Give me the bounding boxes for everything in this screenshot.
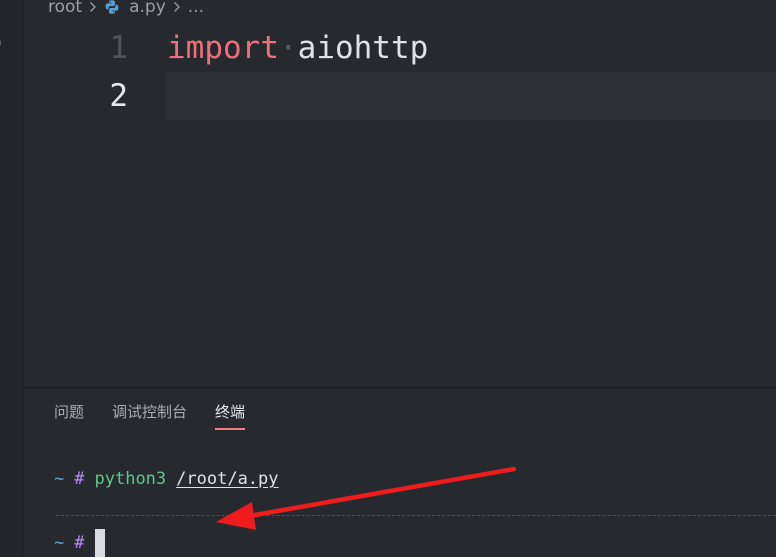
terminal-prompt: # — [74, 469, 85, 489]
tab-terminal[interactable]: 终端 — [215, 402, 246, 430]
terminal-cwd: ~ — [54, 469, 65, 489]
keyword-import: import — [167, 30, 279, 66]
remote-icon[interactable] — [0, 366, 6, 378]
code-line[interactable]: 1 import·aiohttp — [24, 24, 776, 72]
terminal-command: python3 — [94, 469, 167, 489]
module-name: aiohttp — [297, 30, 429, 66]
search-icon[interactable] — [0, 36, 6, 48]
bottom-panel: 问题 调试控制台 终端 ~ # python3/root/a.py ~ # — [24, 387, 776, 557]
terminal-separator — [56, 515, 776, 516]
extensions-icon[interactable] — [0, 266, 6, 278]
current-line-highlight — [165, 72, 776, 120]
terminal-cwd: ~ — [54, 533, 65, 553]
source-control-icon[interactable] — [0, 116, 6, 128]
panel-tabs: 问题 调试控制台 终端 — [54, 402, 246, 430]
chevron-right-icon — [89, 1, 97, 13]
tab-problems[interactable]: 问题 — [54, 402, 84, 430]
code-line-current[interactable]: 2 — [24, 72, 776, 120]
terminal-cursor — [94, 529, 105, 557]
breadcrumb-more[interactable]: ... — [188, 0, 204, 17]
breadcrumb: root a.py ... — [48, 0, 204, 18]
terminal-prompt: # — [74, 533, 85, 553]
line-number: 2 — [109, 78, 128, 114]
terminal[interactable]: ~ # python3/root/a.py ~ # — [54, 468, 776, 557]
code-editor[interactable]: 1 import·aiohttp 2 — [24, 22, 776, 386]
breadcrumb-file[interactable]: a.py — [129, 0, 166, 17]
terminal-line: ~ # — [54, 529, 105, 557]
chevron-right-icon — [173, 1, 181, 13]
terminal-file-link[interactable]: /root/a.py — [176, 469, 278, 489]
run-debug-icon[interactable] — [0, 196, 6, 208]
line-number: 1 — [109, 30, 128, 66]
vscode-window: root a.py ... 1 import·aiohttp 2 问题 调试控制 — [0, 0, 776, 557]
whitespace-marker: · — [278, 30, 298, 66]
breadcrumb-root[interactable]: root — [48, 0, 82, 17]
activity-bar — [0, 0, 24, 557]
python-file-icon — [104, 0, 120, 15]
terminal-line: ~ # python3/root/a.py — [54, 468, 776, 490]
code-text[interactable]: import·aiohttp — [167, 24, 428, 72]
tab-debug-console[interactable]: 调试控制台 — [112, 402, 187, 430]
